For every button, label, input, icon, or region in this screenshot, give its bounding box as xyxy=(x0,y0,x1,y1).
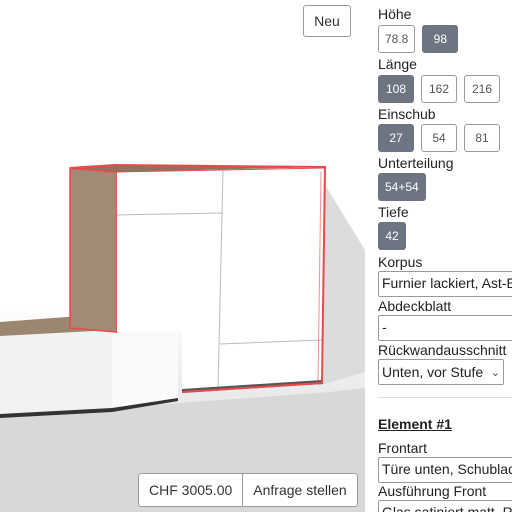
laenge-option-108[interactable]: 108 xyxy=(378,75,414,103)
section-divider xyxy=(378,397,512,398)
3d-viewport[interactable]: Neu CHF 3005.00 Anfrage stellen xyxy=(0,0,365,512)
unterteilung-option-54-54[interactable]: 54+54 xyxy=(378,173,426,201)
tiefe-label: Tiefe xyxy=(378,204,409,220)
furniture-render[interactable] xyxy=(0,0,365,512)
hoehe-label: Höhe xyxy=(378,6,412,22)
rueckwand-select[interactable]: Unten, vor Stufe ⌄ xyxy=(378,359,504,385)
tiefe-options: 42 xyxy=(378,222,406,250)
tiefe-option-42[interactable]: 42 xyxy=(378,222,406,250)
lowboard-side xyxy=(112,327,178,412)
einschub-option-27[interactable]: 27 xyxy=(378,124,414,152)
laenge-label: Länge xyxy=(378,56,417,72)
unterteilung-options: 54+54 xyxy=(378,173,426,201)
einschub-options: 27 54 81 xyxy=(378,124,500,152)
cabinet-oak-side xyxy=(70,168,117,332)
chevron-down-icon: ⌄ xyxy=(490,366,500,379)
hoehe-option-78-8[interactable]: 78.8 xyxy=(378,25,416,53)
hoehe-option-98[interactable]: 98 xyxy=(422,25,459,53)
hoehe-options: 78.8 98 xyxy=(378,25,459,53)
new-button[interactable]: Neu xyxy=(303,5,351,37)
laenge-option-162[interactable]: 162 xyxy=(421,75,457,103)
rueckwand-value: Unten, vor Stufe xyxy=(382,364,484,380)
laenge-option-216[interactable]: 216 xyxy=(464,75,500,103)
laenge-options: 108 162 216 xyxy=(378,75,500,103)
korpus-label: Korpus xyxy=(378,254,423,270)
lowboard-front xyxy=(0,330,112,418)
price-display: CHF 3005.00 xyxy=(139,474,244,506)
unterteilung-label: Unterteilung xyxy=(378,155,454,171)
einschub-option-54[interactable]: 54 xyxy=(421,124,457,152)
abdeckblatt-select[interactable]: - xyxy=(378,315,512,341)
rueckwand-label: Rückwandausschnitt xyxy=(378,342,507,358)
quote-bar: CHF 3005.00 Anfrage stellen xyxy=(138,473,358,507)
korpus-select[interactable]: Furnier lackiert, Ast-Eiche xyxy=(378,271,512,297)
ausfuehrung-label: Ausführung Front xyxy=(378,483,487,499)
ausfuehrung-select[interactable]: Glas satiniert matt, Ref xyxy=(378,500,512,512)
einschub-label: Einschub xyxy=(378,106,436,122)
frontart-select[interactable]: Türe unten, Schublade oben xyxy=(378,457,512,483)
element-title: Element #1 xyxy=(378,416,452,432)
abdeckblatt-label: Abdeckblatt xyxy=(378,298,452,314)
frontart-label: Frontart xyxy=(378,440,428,456)
configuration-panel: Höhe 78.8 98 Länge 108 162 216 Einschub … xyxy=(369,0,512,512)
request-quote-button[interactable]: Anfrage stellen xyxy=(243,474,356,506)
einschub-option-81[interactable]: 81 xyxy=(464,124,500,152)
